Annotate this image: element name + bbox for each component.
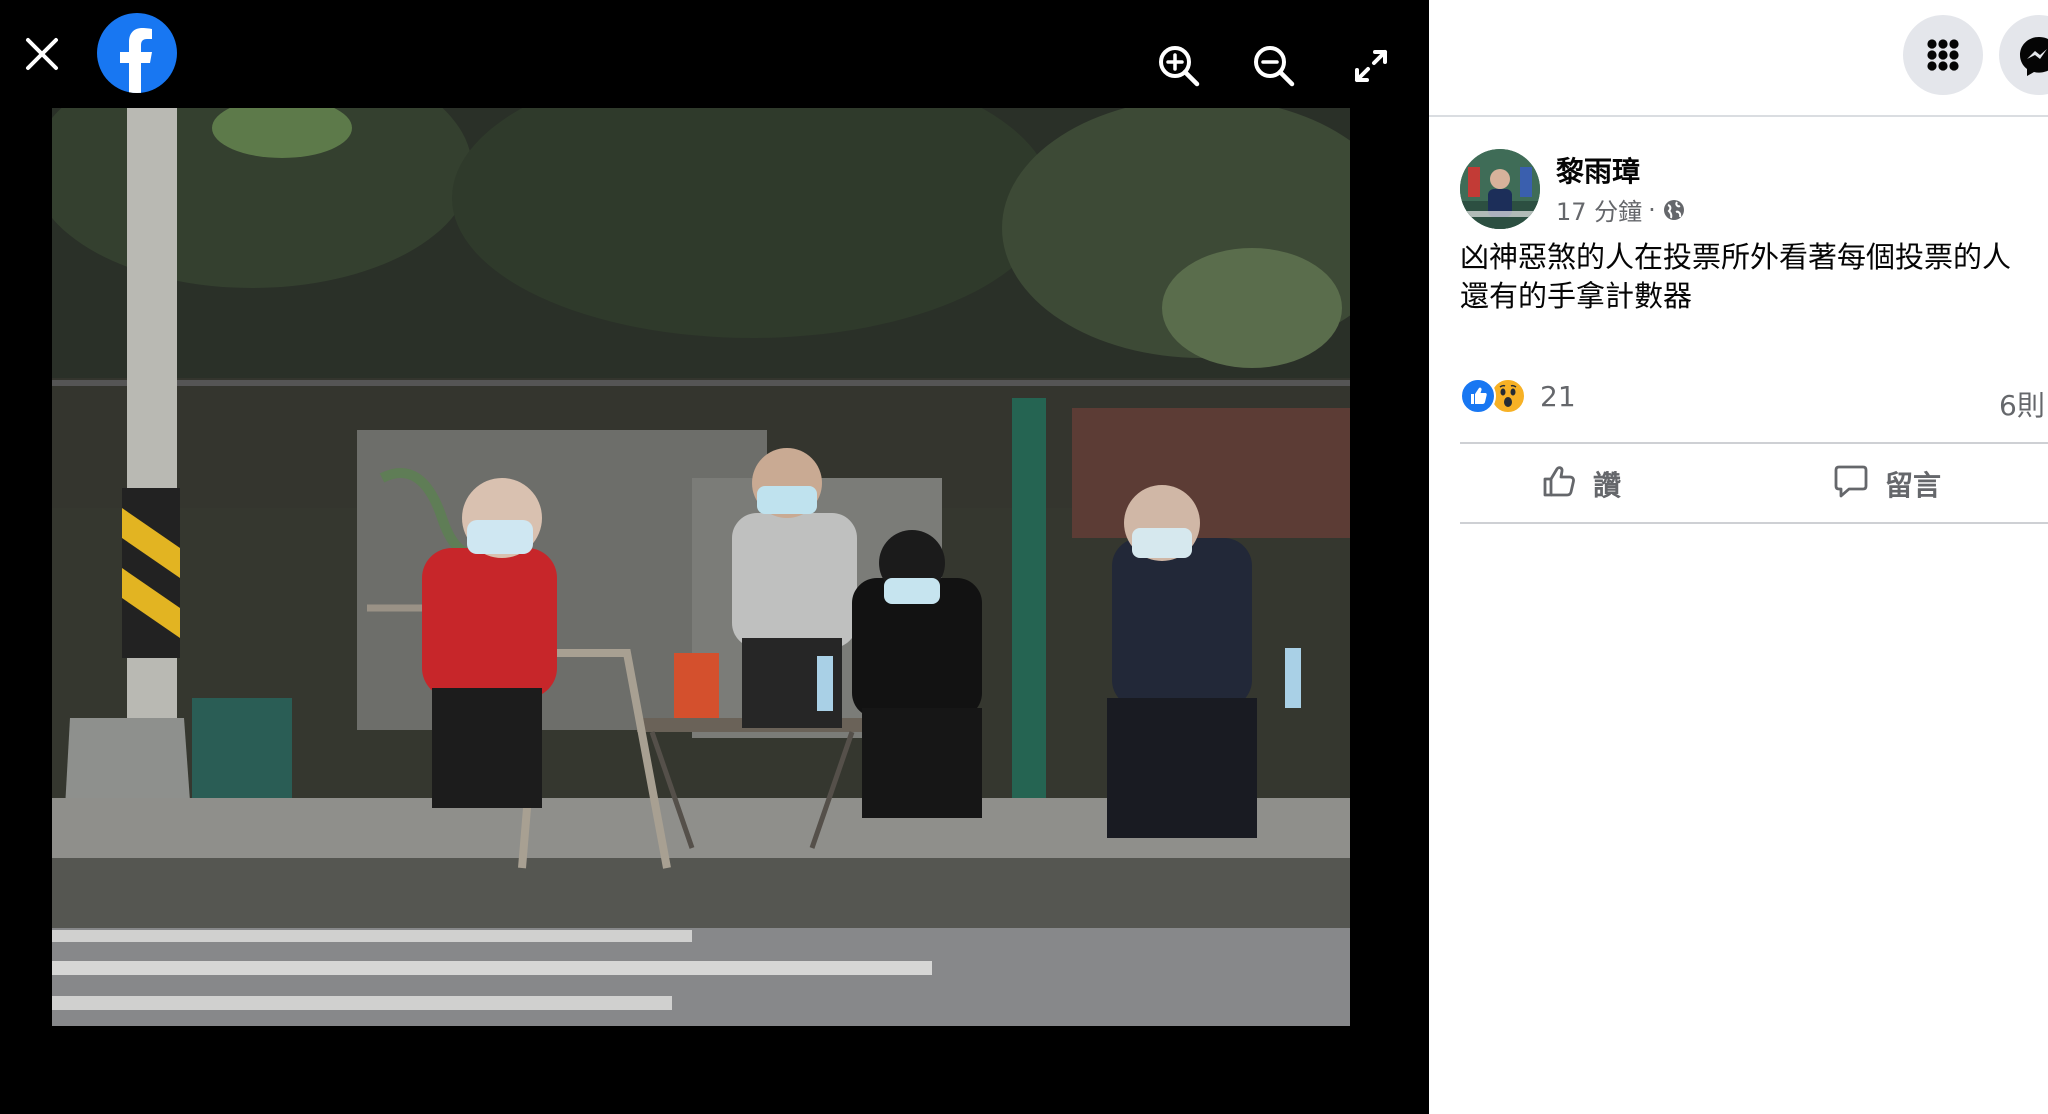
facebook-logo-icon[interactable]: [97, 13, 177, 93]
fullscreen-icon[interactable]: [1349, 44, 1393, 88]
like-reaction-icon: [1460, 378, 1496, 414]
comment-button[interactable]: 留言: [1831, 458, 1941, 510]
zoom-in-icon[interactable]: [1155, 42, 1203, 90]
post-meta: 17 分鐘 ·: [1556, 192, 1686, 227]
avatar[interactable]: [1460, 149, 1540, 229]
post-author[interactable]: 黎雨璋: [1556, 150, 1640, 190]
messenger-icon[interactable]: [1999, 15, 2048, 95]
post-text-line: 還有的手拿計數器: [1460, 279, 1693, 313]
post-text-line: 凶神惡煞的人在投票所外看著每個投票的人: [1460, 240, 2012, 274]
comment-count[interactable]: 6則: [1999, 384, 2045, 424]
post-text: 凶神惡煞的人在投票所外看著每個投票的人 還有的手拿計數器: [1460, 238, 2030, 316]
thumbs-up-icon: [1539, 461, 1579, 508]
divider: [1460, 442, 2048, 444]
reaction-summary[interactable]: 21: [1460, 378, 1576, 414]
meta-separator: ·: [1648, 195, 1656, 224]
zoom-out-icon[interactable]: [1250, 42, 1298, 90]
comment-icon: [1831, 461, 1871, 508]
comment-label: 留言: [1885, 469, 1942, 502]
photo-viewer: [0, 0, 1429, 1114]
like-label: 讚: [1593, 469, 1622, 502]
close-icon[interactable]: [20, 32, 64, 76]
post-photo[interactable]: [52, 108, 1350, 1026]
grid-menu-icon[interactable]: [1903, 15, 1983, 95]
post-panel: 黎雨璋 17 分鐘 · 凶神惡煞的人在投票所外看著每個投票的人 還有的手拿計數器: [1429, 0, 2048, 1114]
top-bar: [1429, 0, 2048, 117]
like-button[interactable]: 讚: [1539, 458, 1621, 510]
globe-icon[interactable]: [1662, 198, 1686, 222]
post-time[interactable]: 17 分鐘: [1556, 192, 1642, 227]
divider: [1460, 522, 2048, 524]
reaction-count[interactable]: 21: [1540, 380, 1576, 413]
